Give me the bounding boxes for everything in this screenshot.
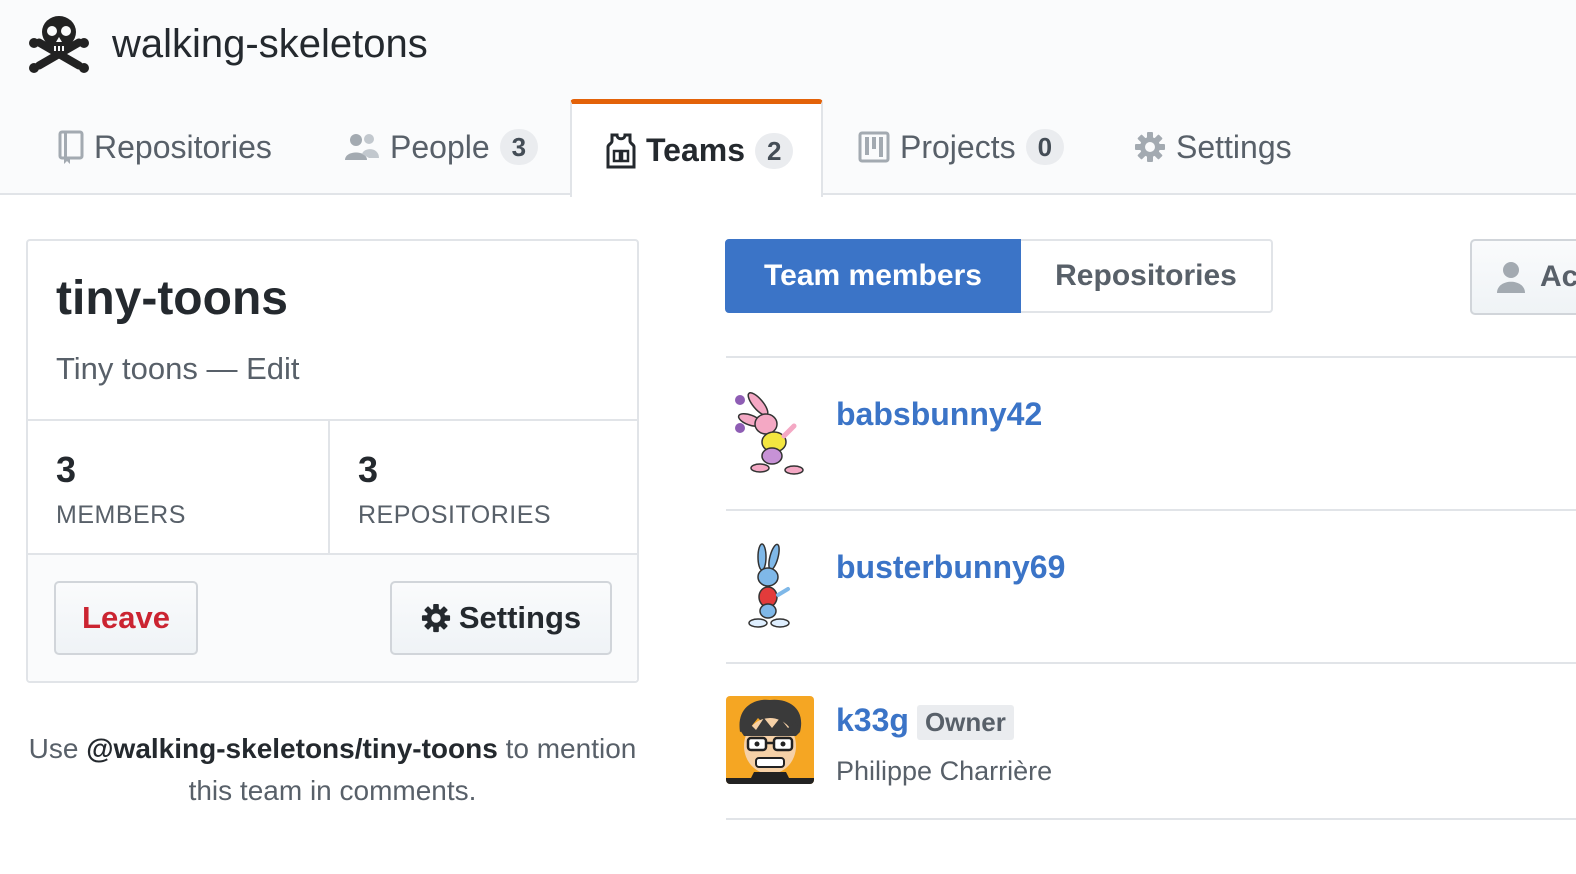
avatar[interactable] (726, 543, 814, 631)
mention-hint: Use @walking-skeletons/tiny-toons to men… (26, 728, 639, 812)
settings-button-label: Settings (458, 600, 582, 635)
org-name[interactable]: walking-skeletons (112, 22, 428, 67)
repositories-stat[interactable]: 3 REPOSITORIES (330, 421, 637, 553)
members-label: MEMBERS (56, 501, 186, 529)
people-icon (344, 132, 380, 162)
person-icon (1496, 260, 1526, 294)
team-name: tiny-toons (56, 272, 288, 325)
gear-icon (1134, 131, 1166, 163)
teams-counter: 2 (755, 132, 794, 169)
tab-repositories[interactable]: Repositories (58, 99, 272, 195)
team-mention-handle: @walking-skeletons/tiny-toons (86, 733, 498, 764)
team-stats: 3 MEMBERS 3 REPOSITORIES (28, 419, 637, 555)
add-member-button[interactable]: Ac (1470, 239, 1576, 315)
tab-label: People (390, 128, 490, 165)
gear-icon (421, 603, 451, 633)
list-item: babsbunny42 (726, 356, 1576, 509)
tab-projects[interactable]: Projects 0 (858, 99, 1065, 195)
team-members-list: babsbunny42 busterbunny69 k33g Owner Phi… (726, 356, 1576, 820)
tab-label: Settings (1176, 128, 1292, 165)
list-item: k33g Owner Philippe Charrière (726, 662, 1576, 820)
members-stat[interactable]: 3 MEMBERS (28, 421, 330, 553)
mention-prefix: Use (28, 733, 87, 764)
tab-settings[interactable]: Settings (1134, 99, 1292, 195)
avatar[interactable] (726, 696, 814, 784)
owner-badge: Owner (916, 705, 1014, 741)
team-settings-button[interactable]: Settings (390, 581, 612, 655)
member-login-link[interactable]: babsbunny42 (836, 396, 1042, 433)
tab-team-members[interactable]: Team members (725, 239, 1021, 313)
edit-separator: — (197, 351, 247, 386)
tab-people[interactable]: People 3 (344, 99, 539, 195)
members-count: 3 (56, 449, 77, 490)
project-icon (858, 131, 890, 163)
tab-label: Projects (900, 128, 1016, 165)
skull-crossbones-icon[interactable] (26, 10, 92, 76)
list-item: busterbunny69 (726, 509, 1576, 662)
org-header: walking-skeletons Repositories People 3 … (0, 0, 1576, 197)
member-full-name: Philippe Charrière (836, 756, 1053, 786)
member-login-link[interactable]: busterbunny69 (836, 549, 1065, 586)
team-subnav: Team members Repositories (725, 239, 1273, 313)
people-counter: 3 (499, 129, 539, 165)
team-actions: Leave Settings (28, 555, 637, 681)
leave-button[interactable]: Leave (54, 581, 198, 655)
member-login-link: k33g Owner (836, 702, 1014, 741)
team-description-text: Tiny toons (56, 351, 198, 386)
repositories-count: 3 (358, 449, 379, 490)
repo-icon (58, 130, 84, 164)
add-member-label: Ac (1540, 260, 1576, 293)
tab-team-repositories[interactable]: Repositories (1021, 239, 1273, 313)
tab-label: Repositories (94, 128, 272, 165)
tab-label: Teams (646, 132, 746, 168)
avatar[interactable] (726, 390, 814, 478)
tab-teams[interactable]: Teams 2 (570, 99, 823, 197)
jersey-icon (606, 133, 636, 169)
team-info-box: tiny-toons Tiny toons — Edit 3 MEMBERS 3… (26, 239, 639, 683)
repositories-label: REPOSITORIES (358, 501, 552, 529)
team-description: Tiny toons — Edit (56, 351, 300, 387)
member-login[interactable]: k33g (836, 702, 909, 738)
edit-description-link[interactable]: Edit (246, 351, 299, 386)
projects-counter: 0 (1025, 129, 1065, 165)
